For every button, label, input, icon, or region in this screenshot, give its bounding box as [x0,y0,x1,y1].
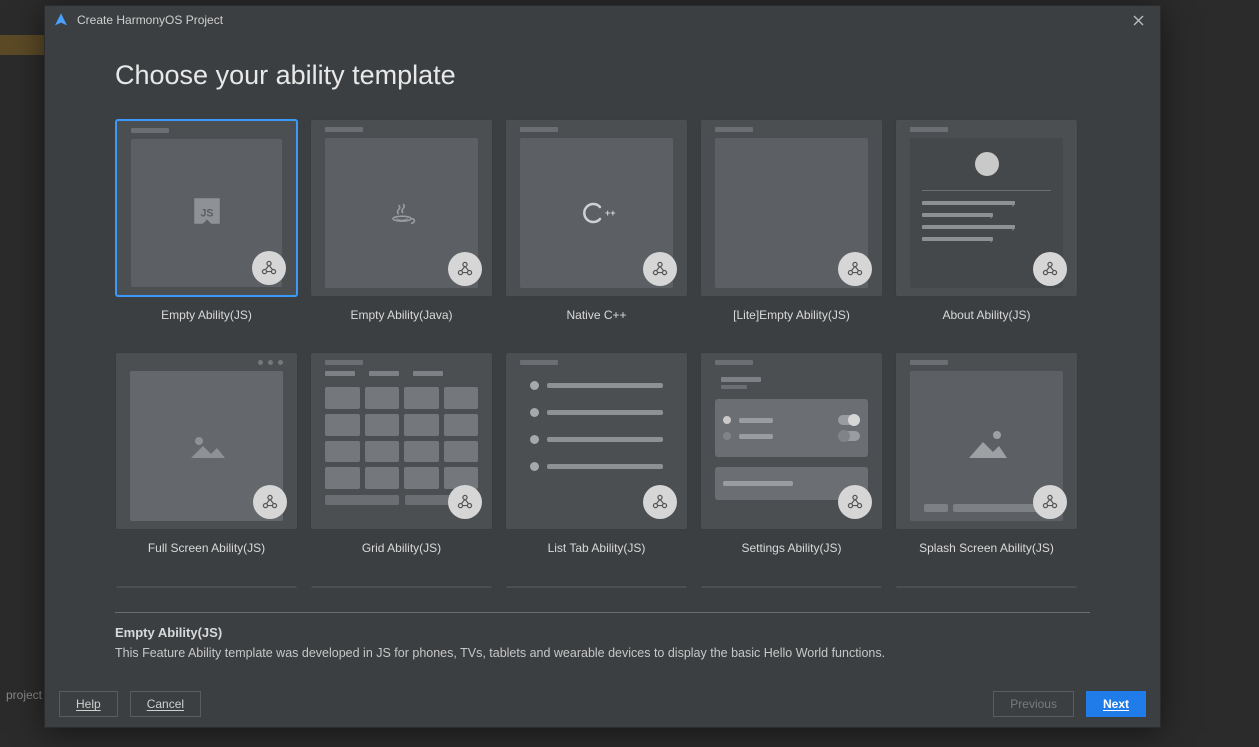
previous-button: Previous [993,691,1074,717]
harmony-badge-icon [838,252,872,286]
detail-title: Empty Ability(JS) [115,625,1090,640]
harmony-badge-icon [1033,485,1067,519]
template-label: Settings Ability(JS) [741,541,841,555]
template-label: Grid Ability(JS) [362,541,441,555]
harmony-badge-icon [448,252,482,286]
template-partial[interactable] [310,585,493,588]
template-settings-ability-js[interactable]: Settings Ability(JS) [700,352,883,555]
template-gallery: JS Empty Ability(JS) [115,119,1090,588]
image-icon [935,396,1038,491]
js-icon: JS [190,194,224,233]
template-label: Empty Ability(JS) [161,308,252,322]
template-empty-ability-js[interactable]: JS Empty Ability(JS) [115,119,298,322]
template-label: Empty Ability(Java) [350,308,452,322]
cancel-button[interactable]: Cancel [130,691,201,717]
template-label: Full Screen Ability(JS) [148,541,265,555]
template-partial[interactable] [505,585,688,588]
template-grid-ability-js[interactable]: Grid Ability(JS) [310,352,493,555]
harmony-badge-icon [252,251,286,285]
template-label: Splash Screen Ability(JS) [919,541,1054,555]
template-detail: Empty Ability(JS) This Feature Ability t… [115,625,1090,681]
template-empty-ability-java[interactable]: Empty Ability(Java) [310,119,493,322]
template-partial[interactable] [115,585,298,588]
window-dots-icon [258,360,283,365]
harmony-badge-icon [643,485,677,519]
harmony-badge-icon [448,485,482,519]
template-label: List Tab Ability(JS) [548,541,646,555]
close-button[interactable] [1124,6,1152,34]
harmony-badge-icon [838,485,872,519]
harmony-badge-icon [643,252,677,286]
template-splash-screen-ability-js[interactable]: Splash Screen Ability(JS) [895,352,1078,555]
template-full-screen-ability-js[interactable]: Full Screen Ability(JS) [115,352,298,555]
harmonyos-logo-icon [53,12,69,28]
template-label: About Ability(JS) [942,308,1030,322]
template-partial[interactable] [700,585,883,588]
template-label: [Lite]Empty Ability(JS) [733,308,850,322]
background-highlight [0,35,44,55]
background-label: project [6,688,42,702]
harmony-badge-icon [1033,252,1067,286]
close-icon [1133,15,1144,26]
template-label: Native C++ [566,308,626,322]
dialog-footer: Help Cancel Previous Next [45,681,1160,727]
template-list-tab-ability-js[interactable]: List Tab Ability(JS) [505,352,688,555]
svg-text:JS: JS [200,207,213,219]
template-lite-empty-ability-js[interactable]: [Lite]Empty Ability(JS) [700,119,883,322]
separator [115,612,1090,613]
template-native-cpp[interactable]: ++ Native C++ [505,119,688,322]
next-button[interactable]: Next [1086,691,1146,717]
harmony-badge-icon [253,485,287,519]
dialog-title: Create HarmonyOS Project [77,13,1124,27]
create-project-dialog: Create HarmonyOS Project Choose your abi… [44,5,1161,728]
dialog-titlebar: Create HarmonyOS Project [45,6,1160,34]
svg-text:++: ++ [605,208,616,218]
help-button[interactable]: Help [59,691,118,717]
template-partial[interactable] [895,585,1078,588]
page-heading: Choose your ability template [115,60,1090,91]
detail-description: This Feature Ability template was develo… [115,646,1090,660]
template-about-ability-js[interactable]: › › › › About Ability(JS) [895,119,1078,322]
